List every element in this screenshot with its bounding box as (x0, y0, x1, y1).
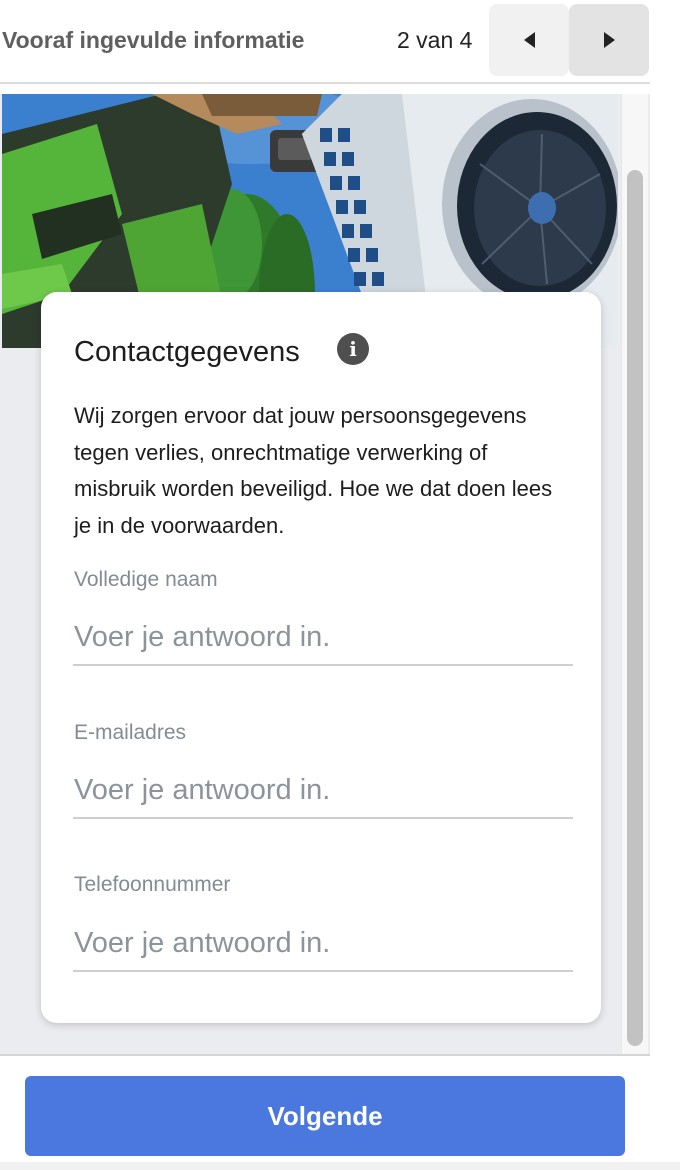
scrollbar-thumb[interactable] (627, 170, 643, 1046)
footer-strip (0, 1162, 680, 1170)
next-page-button[interactable] (569, 4, 649, 76)
form-header: Vooraf ingevulde informatie 2 van 4 (0, 0, 650, 84)
full-name-label: Volledige naam (74, 568, 218, 591)
page-indicator: 2 van 4 (397, 27, 473, 53)
phone-label: Telefoonnummer (74, 873, 231, 896)
header-title: Vooraf ingevulde informatie (2, 27, 305, 53)
triangle-left-icon (523, 32, 535, 48)
card-description: Wij zorgen ervoor dat jouw persoonsgegev… (74, 403, 553, 538)
email-input[interactable] (73, 763, 573, 819)
email-label: E-mailadres (74, 721, 187, 744)
form-page: Vooraf ingevulde informatie 2 van 4 Cont… (0, 0, 680, 1170)
info-icon[interactable]: i (337, 333, 369, 365)
phone-input[interactable] (73, 916, 573, 972)
next-button[interactable]: Volgende (25, 1076, 625, 1156)
triangle-right-icon (603, 32, 615, 48)
contact-details-card: Contactgegevens i Wij zorgen ervoor dat … (41, 292, 601, 1023)
card-title: Contactgegevens (74, 336, 300, 368)
full-name-input[interactable] (73, 610, 573, 666)
previous-button[interactable] (489, 4, 569, 76)
